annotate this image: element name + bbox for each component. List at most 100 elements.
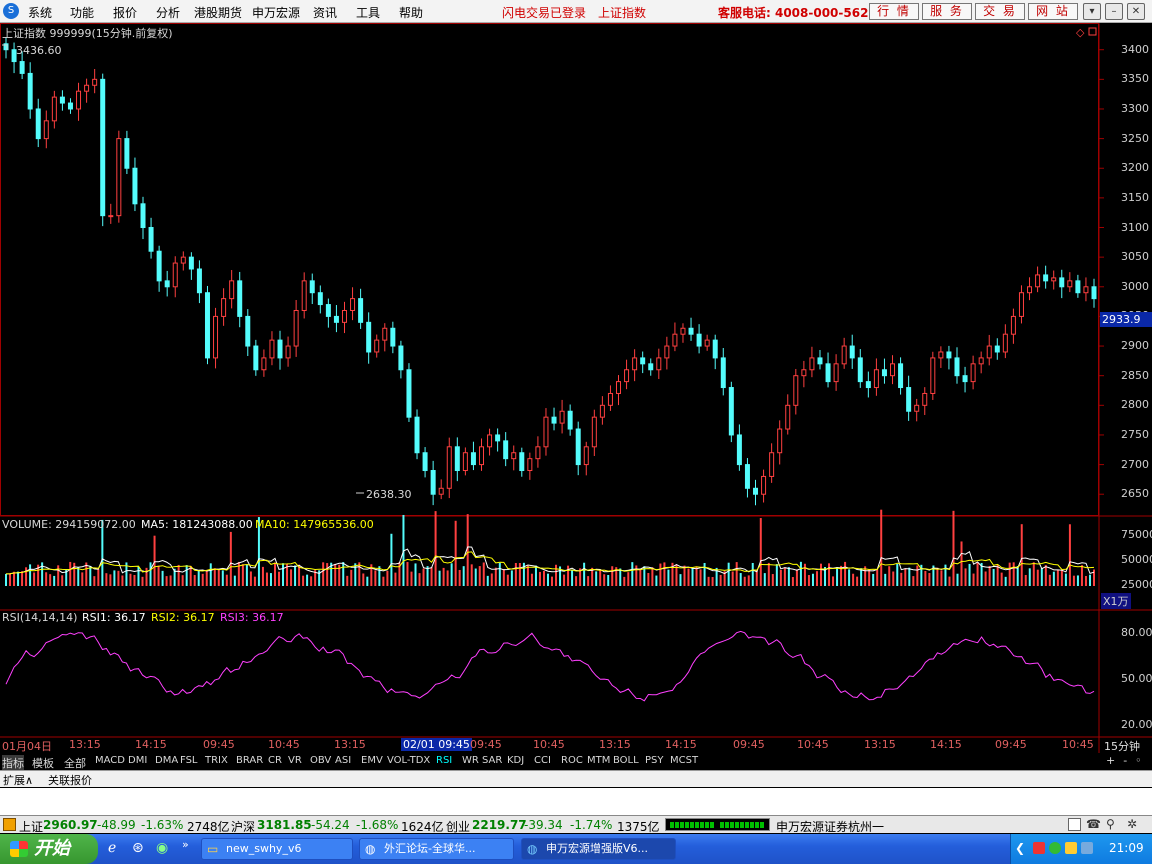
indicator-tab-asi[interactable]: ASI [335, 755, 351, 766]
status-icon [3, 818, 16, 831]
volume-bar [976, 562, 979, 586]
menu-system[interactable]: 系统 [28, 4, 52, 21]
tray-icon-1[interactable] [1033, 842, 1045, 854]
market-button[interactable]: 行 情 [869, 3, 919, 20]
settings-icon[interactable]: ✲ [1127, 817, 1137, 831]
indicator-tab-模板[interactable]: 模板 [32, 755, 54, 771]
minimize-icon[interactable]: – [1105, 3, 1123, 20]
indicator-tab-指标[interactable]: 指标 [2, 755, 24, 771]
volume-bar [892, 571, 895, 586]
indicator-tab-macd[interactable]: MACD [95, 755, 125, 766]
candle-body [92, 78, 98, 86]
volume-bar [880, 509, 883, 586]
menu-info[interactable]: 资讯 [313, 4, 337, 21]
quicklaunch-icon-2[interactable]: ⊛ [132, 840, 144, 856]
indicator-tab-obv[interactable]: OBV [310, 755, 331, 766]
price-axis-label: 2650 [1121, 487, 1149, 501]
indicator-tab-dmi[interactable]: DMI [128, 755, 147, 766]
volume-bar [775, 564, 778, 586]
volume-bar [422, 568, 425, 586]
candle-body [583, 446, 589, 466]
period-label[interactable]: 15分钟 [1104, 738, 1140, 754]
indicator-tab-psy[interactable]: PSY [645, 755, 664, 766]
expand-tab[interactable]: 扩展∧ [3, 772, 33, 788]
indicator-tab-mcst[interactable]: MCST [670, 755, 698, 766]
indicator-tab-cci[interactable]: CCI [534, 755, 551, 766]
website-button[interactable]: 网 站 [1028, 3, 1078, 20]
volume-bar [727, 562, 730, 586]
indicator-tab-mtm[interactable]: MTM [587, 755, 610, 766]
tray-icon-2[interactable] [1049, 842, 1061, 854]
task-forex-forum[interactable]: 外汇论坛-全球华... [359, 838, 514, 860]
trade-button[interactable]: 交 易 [975, 3, 1025, 20]
ie-icon[interactable]: ℯ [108, 840, 116, 856]
candle-body [100, 78, 106, 217]
indicator-tab-rsi[interactable]: RSI [436, 755, 452, 766]
sh-change: -48.99 [97, 818, 136, 832]
indicator-tab-trix[interactable]: TRIX [205, 755, 228, 766]
menu-quote[interactable]: 报价 [113, 4, 137, 21]
menu-swhy[interactable]: 申万宏源 [252, 4, 300, 21]
indicator-tab-boll[interactable]: BOLL [613, 755, 639, 766]
candle-body [1043, 274, 1049, 282]
restore-panel-icon[interactable] [1088, 27, 1097, 36]
volume-bar [61, 575, 64, 586]
related-quote-tab[interactable]: 关联报价 [48, 772, 92, 788]
indicator-tab-wr[interactable]: WR [462, 755, 479, 766]
volume-bar [1076, 575, 1079, 586]
volume-bar [787, 567, 790, 586]
menu-hk-futures[interactable]: 港股期货 [194, 4, 242, 21]
menu-function[interactable]: 功能 [70, 4, 94, 21]
tray-icon-4[interactable] [1081, 842, 1093, 854]
dropdown-icon[interactable]: ▾ [1083, 3, 1101, 20]
indicator-tab-fsl[interactable]: FSL [180, 755, 198, 766]
volume-bar [1068, 524, 1071, 586]
indicator-tab-dma[interactable]: DMA [155, 755, 178, 766]
service-button[interactable]: 服 务 [922, 3, 972, 20]
indicator-tab-roc[interactable]: ROC [561, 755, 583, 766]
indicator-tab-emv[interactable]: EMV [361, 755, 383, 766]
volume-bar [450, 563, 453, 586]
indicator-tab-全部[interactable]: 全部 [64, 755, 86, 771]
candle-body [229, 280, 235, 300]
windows-logo-icon [10, 841, 28, 857]
volume-bar [956, 573, 959, 586]
candle-body [511, 452, 517, 460]
tray-expand-icon[interactable]: ❮ [1015, 841, 1025, 855]
volume-bar [346, 575, 349, 586]
candle-body [994, 345, 1000, 353]
quicklaunch-more-icon[interactable]: » [182, 838, 189, 851]
menu-tools[interactable]: 工具 [356, 4, 380, 21]
layout-icon[interactable] [1068, 818, 1081, 831]
volume-bar [350, 569, 353, 586]
indicator-tab-kdj[interactable]: KDJ [507, 755, 524, 766]
quicklaunch-icon-3[interactable]: ◉ [156, 840, 168, 856]
indicator-tab-vr[interactable]: VR [288, 755, 302, 766]
volume-bar [807, 575, 810, 586]
task-new-swhy[interactable]: new_swhy_v6 [201, 838, 353, 860]
zoom-controls[interactable]: +-◦ [1102, 754, 1152, 769]
volume-bar [418, 573, 421, 586]
indicator-tab-sar[interactable]: SAR [482, 755, 502, 766]
kline-chart[interactable]: ◇ [0, 23, 1152, 753]
close-icon[interactable]: ✕ [1127, 3, 1145, 20]
indicator-tab-cr[interactable]: CR [268, 755, 282, 766]
candle-body [841, 345, 847, 365]
volume-bar [261, 566, 264, 586]
time-axis-label: 10:45 [268, 738, 300, 751]
candle-body [785, 404, 791, 430]
volume-bar [876, 569, 879, 586]
rsi2-label: RSI2: 36.17 [151, 611, 215, 624]
indicator-tab-brar[interactable]: BRAR [236, 755, 263, 766]
indicator-tab-vol-tdx[interactable]: VOL-TDX [387, 755, 430, 766]
signal-icon[interactable]: ⚲ [1106, 817, 1115, 831]
diamond-icon[interactable]: ◇ [1076, 26, 1085, 39]
task-swhy-app[interactable]: 申万宏源增强版V6... [521, 838, 676, 860]
menu-analysis[interactable]: 分析 [156, 4, 180, 21]
connection-icon[interactable]: ☎ [1086, 817, 1101, 831]
candle-body [164, 280, 170, 288]
candle-body [930, 357, 936, 394]
time-axis-label: 10:45 [1062, 738, 1094, 751]
tray-icon-3[interactable] [1065, 842, 1077, 854]
menu-help[interactable]: 帮助 [399, 4, 423, 21]
